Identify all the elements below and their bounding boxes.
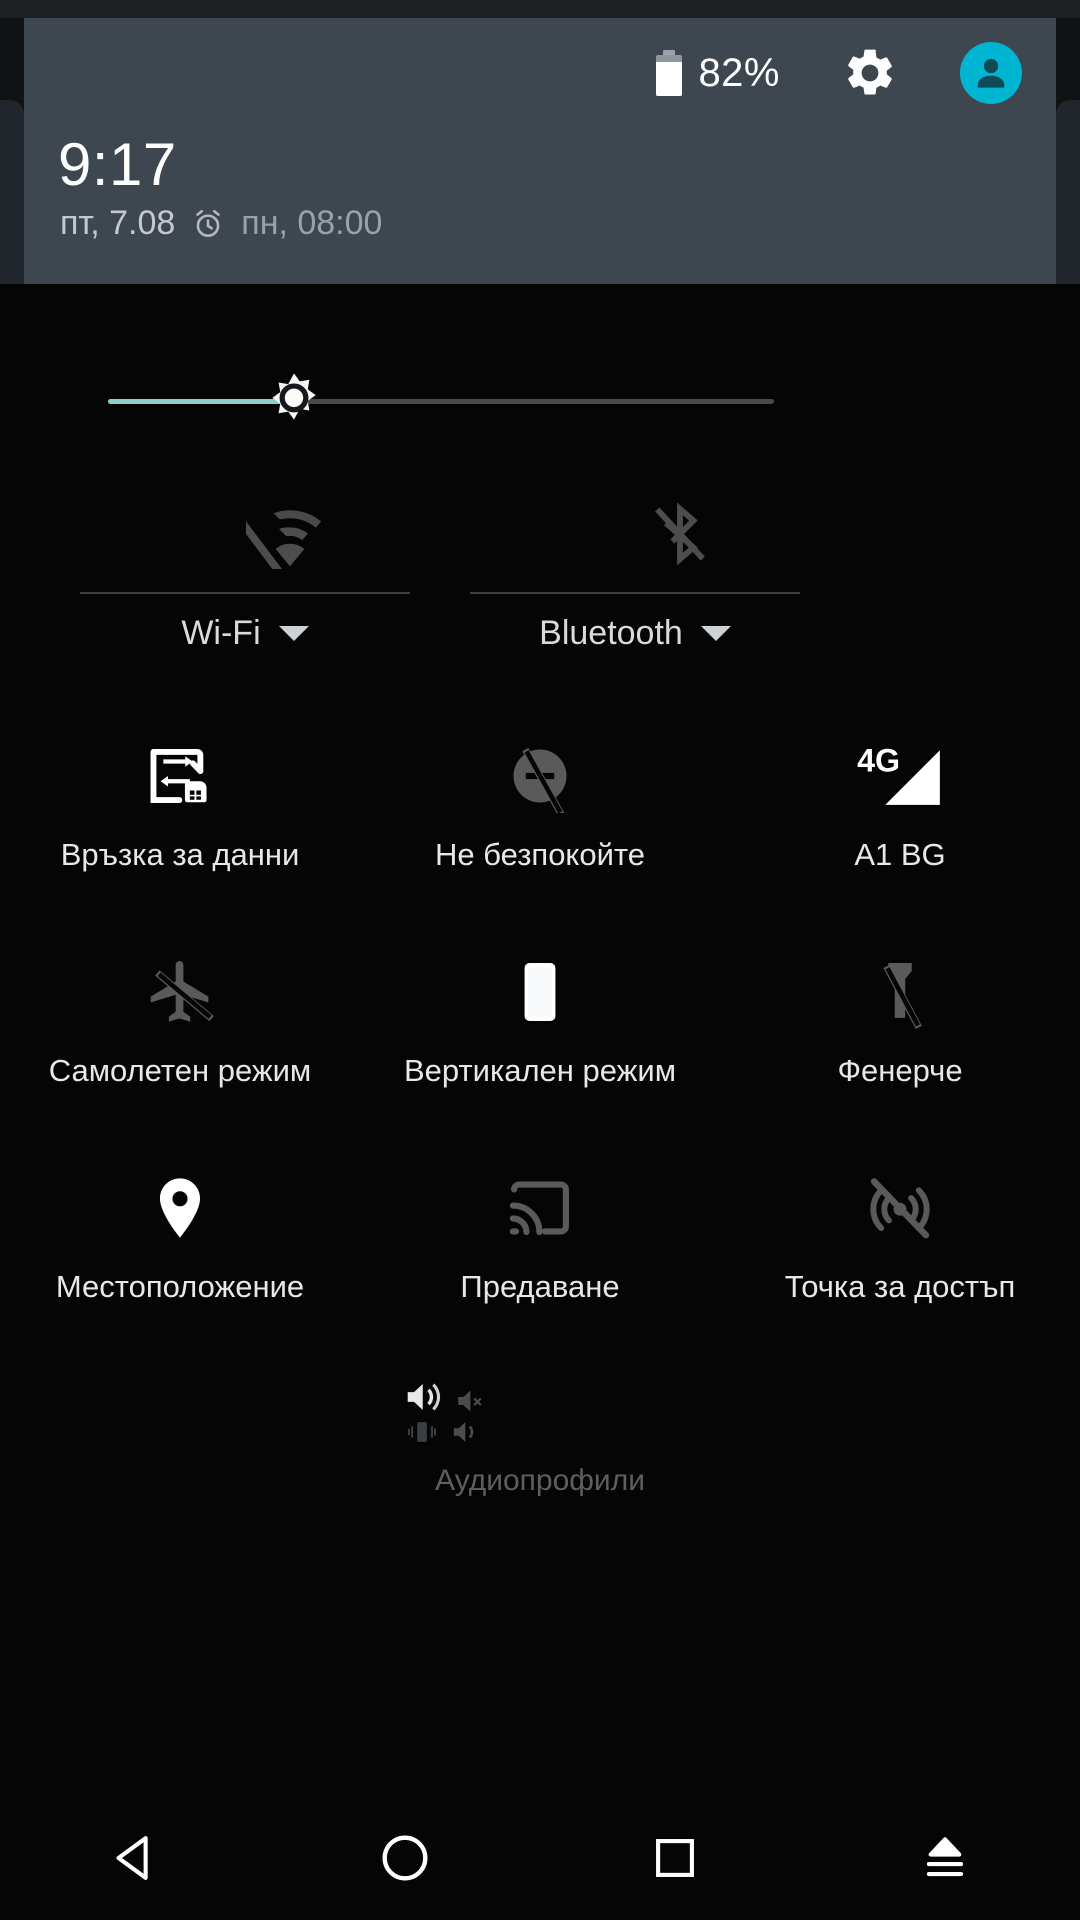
- tile-carrier[interactable]: 4G A1 BG: [720, 714, 1080, 930]
- tile-portrait-mode[interactable]: Вертикален режим: [360, 930, 720, 1146]
- grid-row: Връзка за данни Не безпокойте 4G A1 BG: [0, 714, 1080, 930]
- wifi-off-icon[interactable]: [80, 492, 500, 576]
- audio-profiles-label: Аудиопрофили: [435, 1464, 645, 1497]
- tile-location-label: Местоположение: [55, 1269, 305, 1304]
- brightness-slider[interactable]: [0, 364, 1080, 438]
- date-label: пт, 7.08: [60, 204, 176, 242]
- tile-bluetooth-label[interactable]: Bluetooth: [470, 614, 800, 653]
- location-pin-icon[interactable]: [143, 1164, 217, 1252]
- recents-square-icon[interactable]: [649, 1832, 701, 1889]
- wifi-divider: [80, 592, 410, 594]
- tile-bluetooth[interactable]: Bluetooth: [470, 480, 890, 676]
- battery-percent-label: 82%: [698, 50, 780, 95]
- audio-profiles[interactable]: Аудиопрофили: [0, 1370, 1080, 1510]
- quick-settings-panel: Wi-Fi Bluetooth Връзка за данни Не безпо…: [0, 284, 1080, 1920]
- navigation-bar: [0, 1800, 1080, 1920]
- bluetooth-off-icon[interactable]: [470, 492, 890, 576]
- phone-portrait-icon[interactable]: [503, 948, 577, 1036]
- tile-hotspot[interactable]: Точка за достъп: [720, 1146, 1080, 1362]
- phone-screen: 82% 9:17 пт, 7.08 пн, 08:00 Wi-Fi Blueto…: [0, 0, 1080, 1920]
- clock-label[interactable]: 9:17: [58, 130, 177, 199]
- tile-mobile-data-label: Връзка за данни: [60, 837, 300, 872]
- tile-do-not-disturb[interactable]: Не безпокойте: [360, 714, 720, 930]
- recents-button[interactable]: [540, 1832, 810, 1889]
- home-button[interactable]: [270, 1829, 540, 1892]
- audio-profile-icons: [0, 1370, 1080, 1456]
- hotspot-off-icon[interactable]: [863, 1164, 937, 1252]
- share-up-icon[interactable]: [919, 1832, 971, 1889]
- tile-airplane-mode[interactable]: Самолетен режим: [0, 930, 360, 1146]
- back-button[interactable]: [0, 1829, 270, 1892]
- tile-wifi-label[interactable]: Wi-Fi: [80, 614, 410, 653]
- volume-medium-icon[interactable]: [448, 1416, 480, 1453]
- battery-status: 82%: [656, 50, 780, 96]
- signal-4g-icon[interactable]: 4G: [854, 732, 946, 820]
- user-avatar-icon[interactable]: [960, 42, 1022, 104]
- chevron-down-icon[interactable]: [700, 626, 731, 641]
- dual-tile-row: Wi-Fi Bluetooth: [0, 480, 1080, 676]
- tile-cast[interactable]: Предаване: [360, 1146, 720, 1362]
- data-transfer-sim-icon[interactable]: [143, 732, 217, 820]
- chevron-down-icon[interactable]: [278, 626, 309, 641]
- gear-icon[interactable]: [842, 45, 898, 101]
- grid-row: Самолетен режим Вертикален режим Фенерче: [0, 930, 1080, 1146]
- quick-settings-grid: Връзка за данни Не безпокойте 4G A1 BG С…: [0, 714, 1080, 1362]
- tile-portrait-mode-label: Вертикален режим: [403, 1053, 677, 1088]
- home-circle-icon[interactable]: [376, 1829, 434, 1892]
- tile-wifi[interactable]: Wi-Fi: [80, 480, 500, 676]
- alarm-time-label: пн, 08:00: [241, 204, 383, 242]
- cast-icon[interactable]: [503, 1164, 577, 1252]
- status-row: 82%: [24, 18, 1056, 128]
- share-button[interactable]: [810, 1832, 1080, 1889]
- tile-mobile-data[interactable]: Връзка за данни: [0, 714, 360, 930]
- tile-flashlight[interactable]: Фенерче: [720, 930, 1080, 1146]
- wallpaper-band: [0, 0, 1080, 18]
- tile-airplane-mode-label: Самолетен режим: [48, 1053, 312, 1088]
- svg-text:4G: 4G: [857, 743, 900, 779]
- bluetooth-label-text: Bluetooth: [539, 614, 683, 652]
- tile-cast-label: Предаване: [460, 1269, 620, 1304]
- tile-flashlight-label: Фенерче: [837, 1053, 963, 1088]
- bluetooth-divider: [470, 592, 800, 594]
- vibrate-icon[interactable]: [406, 1416, 438, 1453]
- back-triangle-icon[interactable]: [106, 1829, 164, 1892]
- grid-row: Местоположение Предаване Точка за достъп: [0, 1146, 1080, 1362]
- date-alarm-row: пт, 7.08 пн, 08:00: [60, 204, 382, 243]
- quick-settings-header: 82% 9:17 пт, 7.08 пн, 08:00: [24, 18, 1056, 284]
- alarm-clock-icon: [191, 207, 225, 241]
- flashlight-off-icon[interactable]: [863, 948, 937, 1036]
- tile-do-not-disturb-label: Не безпокойте: [434, 837, 645, 872]
- tile-carrier-label: A1 BG: [854, 837, 946, 872]
- tile-location[interactable]: Местоположение: [0, 1146, 360, 1362]
- wifi-label-text: Wi-Fi: [181, 614, 261, 652]
- tile-hotspot-label: Точка за достъп: [784, 1269, 1016, 1304]
- airplane-off-icon[interactable]: [143, 948, 217, 1036]
- brightness-sun-icon[interactable]: [261, 369, 327, 435]
- do-not-disturb-off-icon[interactable]: [503, 732, 577, 820]
- battery-icon: [656, 50, 683, 96]
